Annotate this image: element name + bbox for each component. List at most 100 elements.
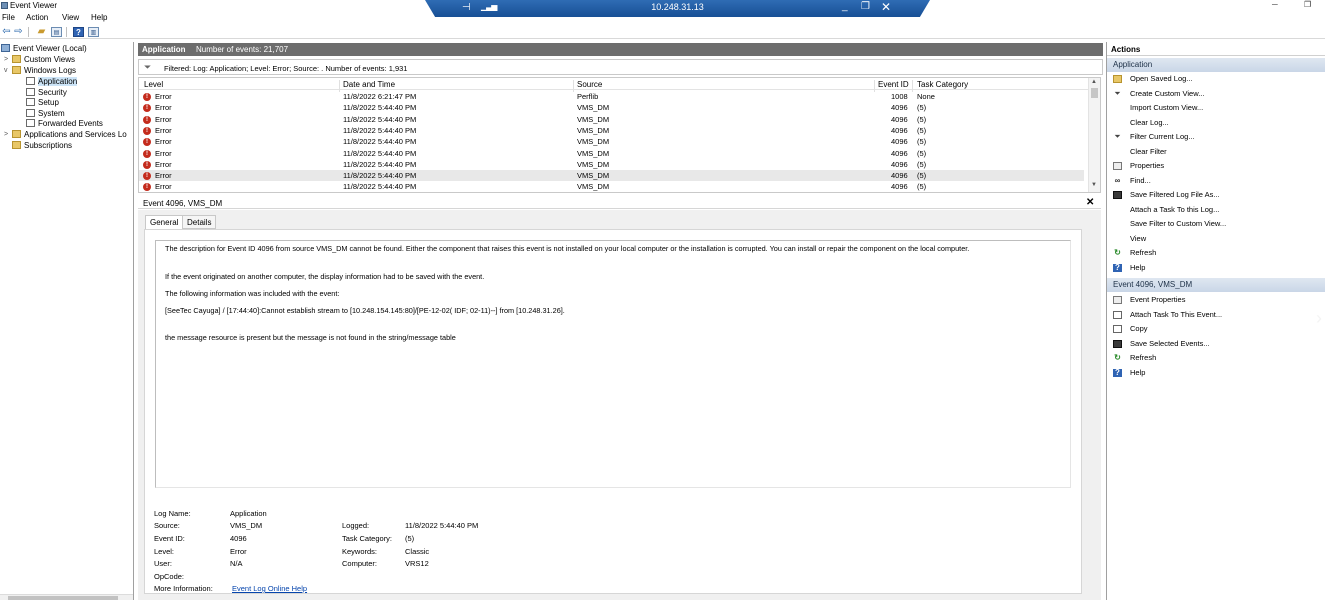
scrollbar-thumb[interactable] [1091, 88, 1098, 98]
rdp-minimize-icon[interactable]: _ [842, 1, 848, 12]
cell-date-time: 11/8/2022 5:44:40 PM [343, 171, 417, 181]
table-row[interactable]: ! Error 11/8/2022 5:44:40 PM VMS_DM 4096 (5) [139, 148, 1084, 159]
menu-file[interactable]: File [2, 13, 15, 22]
scroll-down-icon[interactable]: ▼ [1091, 182, 1097, 188]
tree-log-system[interactable]: System [26, 109, 65, 119]
table-row[interactable]: ! Error 11/8/2022 5:44:40 PM VMS_DM 4096 (5) [139, 170, 1084, 182]
action-label: Filter Current Log... [1130, 132, 1195, 141]
tree-windows-logs[interactable]: v Windows Logs [4, 66, 76, 76]
tree-root[interactable]: Event Viewer (Local) [1, 44, 87, 54]
action-refresh[interactable]: ↻ Refresh [1113, 247, 1313, 259]
action-find[interactable]: ∞ Find... [1113, 175, 1313, 187]
filter-bar: ⏷ Filtered: Log: Application; Level: Err… [138, 59, 1103, 75]
action-attach-task-to-this-event[interactable]: Attach Task To This Event... [1113, 309, 1313, 321]
action-label: Clear Log... [1130, 117, 1169, 127]
error-icon: ! [143, 183, 151, 192]
tree-log-application[interactable]: Application [26, 77, 78, 87]
column-event-id[interactable]: Event ID [878, 80, 909, 89]
cell-source: VMS_DM [577, 114, 610, 124]
event-description[interactable]: The description for Event ID 4096 from s… [155, 240, 1071, 488]
action-event-properties[interactable]: Event Properties [1113, 294, 1313, 306]
tree-horizontal-scrollbar[interactable] [0, 594, 133, 600]
tab-details[interactable]: Details [182, 215, 217, 229]
log-name: Application [142, 45, 186, 54]
action-save-filter-to-custom-view[interactable]: Save Filter to Custom View... [1113, 218, 1313, 230]
tree-apps-services[interactable]: > Applications and Services Lo [4, 130, 127, 140]
cell-source: VMS_DM [577, 171, 610, 181]
close-icon[interactable]: ✕ [1086, 197, 1094, 208]
action-save-selected-events[interactable]: Save Selected Events... [1113, 338, 1313, 350]
toolbar-divider [66, 27, 67, 37]
open-folder-icon[interactable]: ▰ [36, 27, 47, 37]
table-row[interactable]: ! Error 11/8/2022 6:21:47 PM Perflib 1008 Non… [139, 91, 1084, 102]
action-save-filtered-log-file-as[interactable]: Save Filtered Log File As... [1113, 189, 1313, 201]
table-row[interactable]: ! Error 11/8/2022 5:44:40 PM VMS_DM 4096 (5) [139, 159, 1084, 170]
actions-section-event[interactable]: Event 4096, VMS_DM [1107, 278, 1325, 292]
column-level[interactable]: Level [144, 80, 163, 89]
maximize-icon[interactable]: ❐ [1304, 0, 1314, 9]
menu-action[interactable]: Action [26, 13, 48, 22]
chevron-right-icon[interactable]: › [1316, 308, 1322, 329]
column-date-time[interactable]: Date and Time [343, 80, 395, 89]
action-import-custom-view[interactable]: Import Custom View... [1113, 102, 1313, 114]
cell-source: VMS_DM [577, 182, 610, 192]
action-pane-icon[interactable]: ▥ [88, 27, 99, 37]
error-icon: ! [143, 126, 151, 135]
tab-general[interactable]: General [145, 215, 184, 230]
tree-log-setup[interactable]: Setup [26, 98, 59, 108]
help-icon[interactable]: ? [73, 27, 84, 37]
cell-date-time: 11/8/2022 5:44:40 PM [343, 159, 417, 169]
menu-help[interactable]: Help [91, 13, 107, 22]
forward-arrow-icon[interactable]: ⇨ [13, 27, 24, 37]
chevron-right-icon[interactable]: > [4, 55, 8, 65]
menu-view[interactable]: View [62, 13, 79, 22]
properties-icon [1113, 296, 1122, 304]
prop-label-opcode: OpCode: [154, 572, 185, 581]
rdp-restore-icon[interactable]: ❐ [861, 1, 870, 12]
funnel-icon: ⏷ [144, 62, 152, 72]
action-label: Save Filtered Log File As... [1130, 190, 1220, 199]
cell-task-category: (5) [917, 159, 927, 169]
prop-label-task-category: Task Category: [342, 534, 393, 543]
action-attach-a-task-to-this-log[interactable]: Attach a Task To this Log... [1113, 204, 1313, 216]
scroll-up-icon[interactable]: ▲ [1091, 79, 1097, 85]
tree-subscriptions[interactable]: Subscriptions [12, 141, 72, 151]
prop-event-id: 4096 [230, 534, 247, 543]
action-properties[interactable]: Properties [1113, 160, 1313, 172]
table-row[interactable]: ! Error 11/8/2022 5:44:40 PM VMS_DM 4096 (5) [139, 181, 1084, 192]
general-tab-body: The description for Event ID 4096 from s… [144, 229, 1082, 594]
action-label: Create Custom View... [1130, 88, 1205, 98]
cell-level: Error [155, 148, 172, 158]
action-create-custom-view[interactable]: ⏷ Create Custom View... [1113, 88, 1313, 100]
chevron-down-icon[interactable]: v [4, 66, 8, 76]
table-row[interactable]: ! Error 11/8/2022 5:44:40 PM VMS_DM 4096 (5) [139, 114, 1084, 125]
minimize-icon[interactable]: ─ [1272, 0, 1282, 9]
back-arrow-icon[interactable]: ⇦ [1, 27, 12, 37]
action-filter-current-log[interactable]: ⏷ Filter Current Log... [1113, 131, 1313, 143]
chevron-right-icon[interactable]: > [4, 130, 8, 140]
event-list-scrollbar[interactable]: ▲ ▼ [1088, 78, 1100, 192]
table-row[interactable]: ! Error 11/8/2022 5:44:40 PM VMS_DM 4096 (5) [139, 136, 1084, 147]
action-copy[interactable]: Copy [1113, 323, 1313, 335]
tree-custom-views[interactable]: > Custom Views [4, 55, 75, 65]
event-log-online-help-link[interactable]: Event Log Online Help [232, 584, 307, 593]
action-open-saved-log[interactable]: Open Saved Log... [1113, 73, 1313, 85]
cell-source: Perflib [577, 92, 599, 101]
tree-log-security[interactable]: Security [26, 88, 67, 98]
action-clear-filter[interactable]: Clear Filter [1113, 146, 1313, 158]
table-row[interactable]: ! Error 11/8/2022 5:44:40 PM VMS_DM 4096 (5) [139, 125, 1084, 136]
table-row[interactable]: ! Error 11/8/2022 5:44:40 PM VMS_DM 4096 (5) [139, 102, 1084, 113]
action-view[interactable]: View [1113, 233, 1313, 245]
column-source[interactable]: Source [577, 80, 602, 89]
tree-log-forwarded-events[interactable]: Forwarded Events [26, 119, 103, 129]
action-help[interactable]: ? Help [1113, 262, 1313, 274]
console-tree-icon[interactable]: ▤ [51, 27, 62, 37]
action-help[interactable]: ? Help [1113, 367, 1313, 379]
scrollbar-thumb[interactable] [8, 596, 118, 600]
action-clear-log[interactable]: Clear Log... [1113, 117, 1313, 129]
action-refresh[interactable]: ↻ Refresh [1113, 352, 1313, 364]
filter-description: Filtered: Log: Application; Level: Error… [164, 64, 408, 73]
column-task-category[interactable]: Task Category [917, 80, 968, 89]
actions-section-application[interactable]: Application [1107, 58, 1325, 72]
log-icon [26, 98, 35, 106]
